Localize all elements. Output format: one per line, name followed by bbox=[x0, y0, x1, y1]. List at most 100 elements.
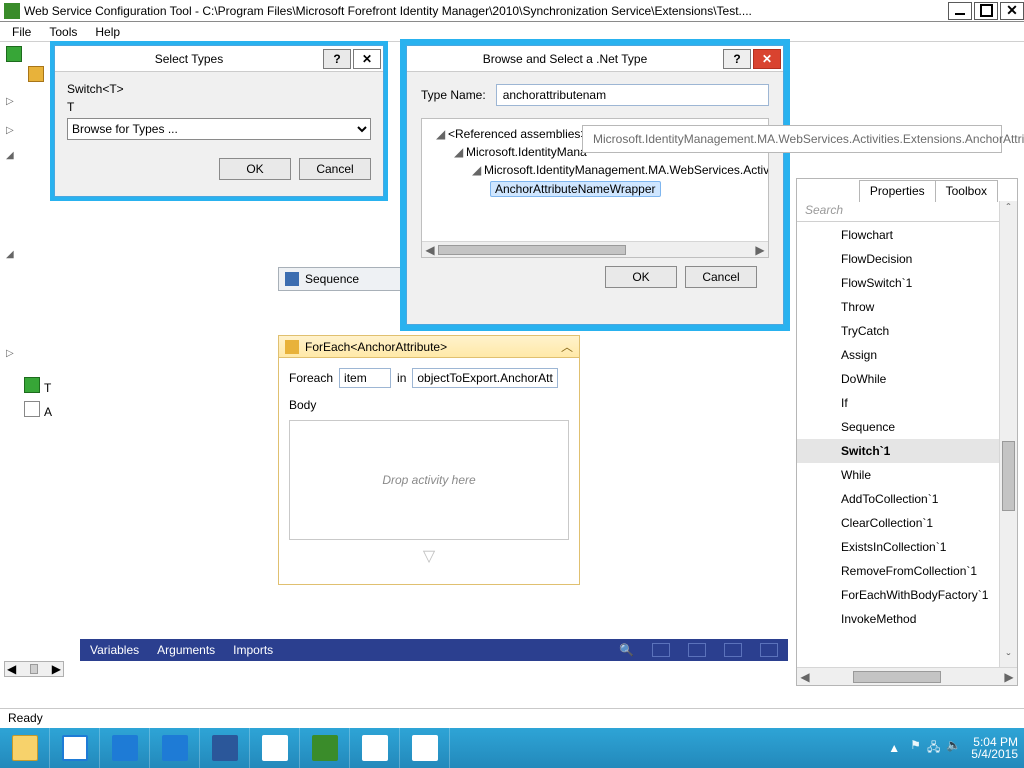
expander-icon[interactable]: ▷ bbox=[0, 92, 54, 111]
expander-icon[interactable]: ▷ bbox=[0, 344, 54, 363]
tree-node[interactable]: Microsoft.IdentityMana bbox=[466, 145, 587, 159]
tree-item-label[interactable]: T bbox=[18, 381, 54, 395]
toolbox-item[interactable]: ForEachWithBodyFactory`1 bbox=[797, 583, 999, 607]
ok-button[interactable]: OK bbox=[219, 158, 291, 180]
collapse-chevron-icon[interactable]: ︿ bbox=[561, 338, 573, 355]
toolbox-item[interactable]: While bbox=[797, 463, 999, 487]
scroll-left-icon[interactable]: ◀ bbox=[797, 670, 813, 684]
overview-tool-icon[interactable] bbox=[688, 643, 706, 657]
fit-tool-icon[interactable] bbox=[724, 643, 742, 657]
dialog-help-button[interactable]: ? bbox=[723, 49, 751, 69]
toolbox-item[interactable]: ClearCollection`1 bbox=[797, 511, 999, 535]
network-icon[interactable]: 🖧 bbox=[927, 738, 940, 759]
toolbox-item[interactable]: If bbox=[797, 391, 999, 415]
taskbar-app-lync[interactable] bbox=[150, 728, 200, 768]
generic-type-label: Switch<T> bbox=[67, 82, 371, 96]
toolbox-item[interactable]: Sequence bbox=[797, 415, 999, 439]
tree-item-label[interactable]: A bbox=[18, 405, 54, 419]
scroll-left-icon[interactable]: ◀ bbox=[422, 243, 438, 257]
scroll-thumb[interactable] bbox=[853, 671, 941, 683]
foreach-activity[interactable]: ForEach<AnchorAttribute> ︿ Foreach in Bo… bbox=[278, 335, 580, 585]
toolbox-item[interactable]: Flowchart bbox=[797, 223, 999, 247]
toolbox-item[interactable]: FlowDecision bbox=[797, 247, 999, 271]
scroll-right-icon[interactable]: ▶ bbox=[752, 243, 768, 257]
toolbox-item[interactable]: TryCatch bbox=[797, 319, 999, 343]
toolbox-item[interactable]: ExistsInCollection`1 bbox=[797, 535, 999, 559]
expander-icon[interactable]: ◢ bbox=[0, 146, 54, 165]
ie-icon bbox=[62, 735, 88, 761]
expander-icon[interactable]: ◢ bbox=[472, 163, 482, 177]
toolbox-item[interactable]: AddToCollection`1 bbox=[797, 487, 999, 511]
ok-button[interactable]: OK bbox=[605, 266, 677, 288]
taskbar-app-word[interactable] bbox=[200, 728, 250, 768]
dialog-help-button[interactable]: ? bbox=[323, 49, 351, 69]
toolbox-item[interactable]: FlowSwitch`1 bbox=[797, 271, 999, 295]
tree-horizontal-scrollbar[interactable]: ◀ ▶ bbox=[4, 661, 64, 677]
tab-properties[interactable]: Properties bbox=[859, 180, 936, 202]
scroll-down-icon[interactable]: ˇ bbox=[1000, 651, 1017, 667]
toolbox-search-input[interactable]: Search bbox=[797, 200, 1017, 222]
window-titlebar: Web Service Configuration Tool - C:\Prog… bbox=[0, 0, 1024, 22]
dialog-header[interactable]: Browse and Select a .Net Type ? ✕ bbox=[407, 46, 783, 72]
tray-up-icon[interactable]: ▲ bbox=[888, 741, 900, 755]
taskbar-app-store[interactable] bbox=[250, 728, 300, 768]
tree-node[interactable]: <Referenced assemblies> bbox=[448, 127, 587, 141]
variables-tab[interactable]: Variables bbox=[90, 643, 139, 657]
window-close-button[interactable]: ✕ bbox=[1000, 2, 1024, 20]
tree-node-selected[interactable]: AnchorAttributeNameWrapper bbox=[490, 181, 661, 197]
expander-icon[interactable]: ◢ bbox=[436, 127, 446, 141]
taskbar-app-ie[interactable] bbox=[50, 728, 100, 768]
scroll-right-icon[interactable]: ▶ bbox=[1001, 670, 1017, 684]
scroll-left-icon[interactable]: ◀ bbox=[7, 662, 16, 676]
taskbar-date[interactable]: 5/4/2015 bbox=[971, 748, 1018, 760]
volume-icon[interactable]: 🔈 bbox=[946, 738, 961, 759]
scroll-thumb[interactable] bbox=[438, 245, 626, 255]
taskbar-app-explorer[interactable] bbox=[0, 728, 50, 768]
foreach-item-input[interactable] bbox=[339, 368, 391, 388]
arguments-tab[interactable]: Arguments bbox=[157, 643, 215, 657]
foreach-expression-input[interactable] bbox=[412, 368, 558, 388]
menu-tools[interactable]: Tools bbox=[41, 23, 85, 41]
tab-toolbox[interactable]: Toolbox bbox=[935, 180, 998, 202]
window-maximize-button[interactable] bbox=[974, 2, 998, 20]
dialog-header[interactable]: Select Types ? ✕ bbox=[55, 46, 383, 72]
scroll-thumb[interactable] bbox=[1002, 441, 1015, 511]
toolbox-vertical-scrollbar[interactable]: ˆ ˇ bbox=[999, 201, 1017, 667]
imports-tab[interactable]: Imports bbox=[233, 643, 273, 657]
toolbox-item[interactable]: DoWhile bbox=[797, 367, 999, 391]
taskbar-app-paint[interactable] bbox=[350, 728, 400, 768]
cancel-button[interactable]: Cancel bbox=[685, 266, 757, 288]
scroll-right-icon[interactable]: ▶ bbox=[52, 662, 61, 676]
menu-file[interactable]: File bbox=[4, 23, 39, 41]
typename-input[interactable] bbox=[496, 84, 769, 106]
window-minimize-button[interactable] bbox=[948, 2, 972, 20]
toolbox-item[interactable]: InvokeMethod bbox=[797, 607, 999, 631]
outlook-icon bbox=[112, 735, 138, 761]
foreach-header[interactable]: ForEach<AnchorAttribute> ︿ bbox=[279, 336, 579, 358]
type-selector-combo[interactable]: Browse for Types ... bbox=[67, 118, 371, 140]
tree-node[interactable]: Microsoft.IdentityManagement.MA.WebServi… bbox=[484, 163, 769, 177]
cancel-button[interactable]: Cancel bbox=[299, 158, 371, 180]
dialog-close-button[interactable]: ✕ bbox=[353, 49, 381, 69]
drop-activity-area[interactable]: Drop activity here bbox=[289, 420, 569, 540]
toolbox-item[interactable]: Assign bbox=[797, 343, 999, 367]
expander-icon[interactable]: ▷ bbox=[0, 121, 54, 140]
scroll-up-icon[interactable]: ˆ bbox=[1000, 201, 1017, 217]
scroll-thumb[interactable] bbox=[30, 664, 38, 674]
dialog-close-button[interactable]: ✕ bbox=[753, 49, 781, 69]
tree-horizontal-scrollbar[interactable]: ◀ ▶ bbox=[422, 241, 768, 257]
expand-tool-icon[interactable] bbox=[760, 643, 778, 657]
taskbar-app-notepad[interactable] bbox=[400, 728, 450, 768]
toolbox-item[interactable]: RemoveFromCollection`1 bbox=[797, 559, 999, 583]
toolbox-item[interactable]: Throw bbox=[797, 295, 999, 319]
toolbox-item[interactable]: Switch`1 bbox=[797, 439, 999, 463]
search-icon[interactable]: 🔍 bbox=[619, 643, 634, 657]
expander-icon[interactable]: ◢ bbox=[454, 145, 464, 159]
expander-icon[interactable]: ◢ bbox=[0, 245, 54, 264]
taskbar-app-wsconfig[interactable] bbox=[300, 728, 350, 768]
toolbox-horizontal-scrollbar[interactable]: ◀ ▶ bbox=[797, 667, 1017, 685]
zoom-tool-icon[interactable] bbox=[652, 643, 670, 657]
flag-icon[interactable]: ⚑ bbox=[910, 738, 921, 759]
taskbar-app-outlook[interactable] bbox=[100, 728, 150, 768]
menu-help[interactable]: Help bbox=[87, 23, 128, 41]
